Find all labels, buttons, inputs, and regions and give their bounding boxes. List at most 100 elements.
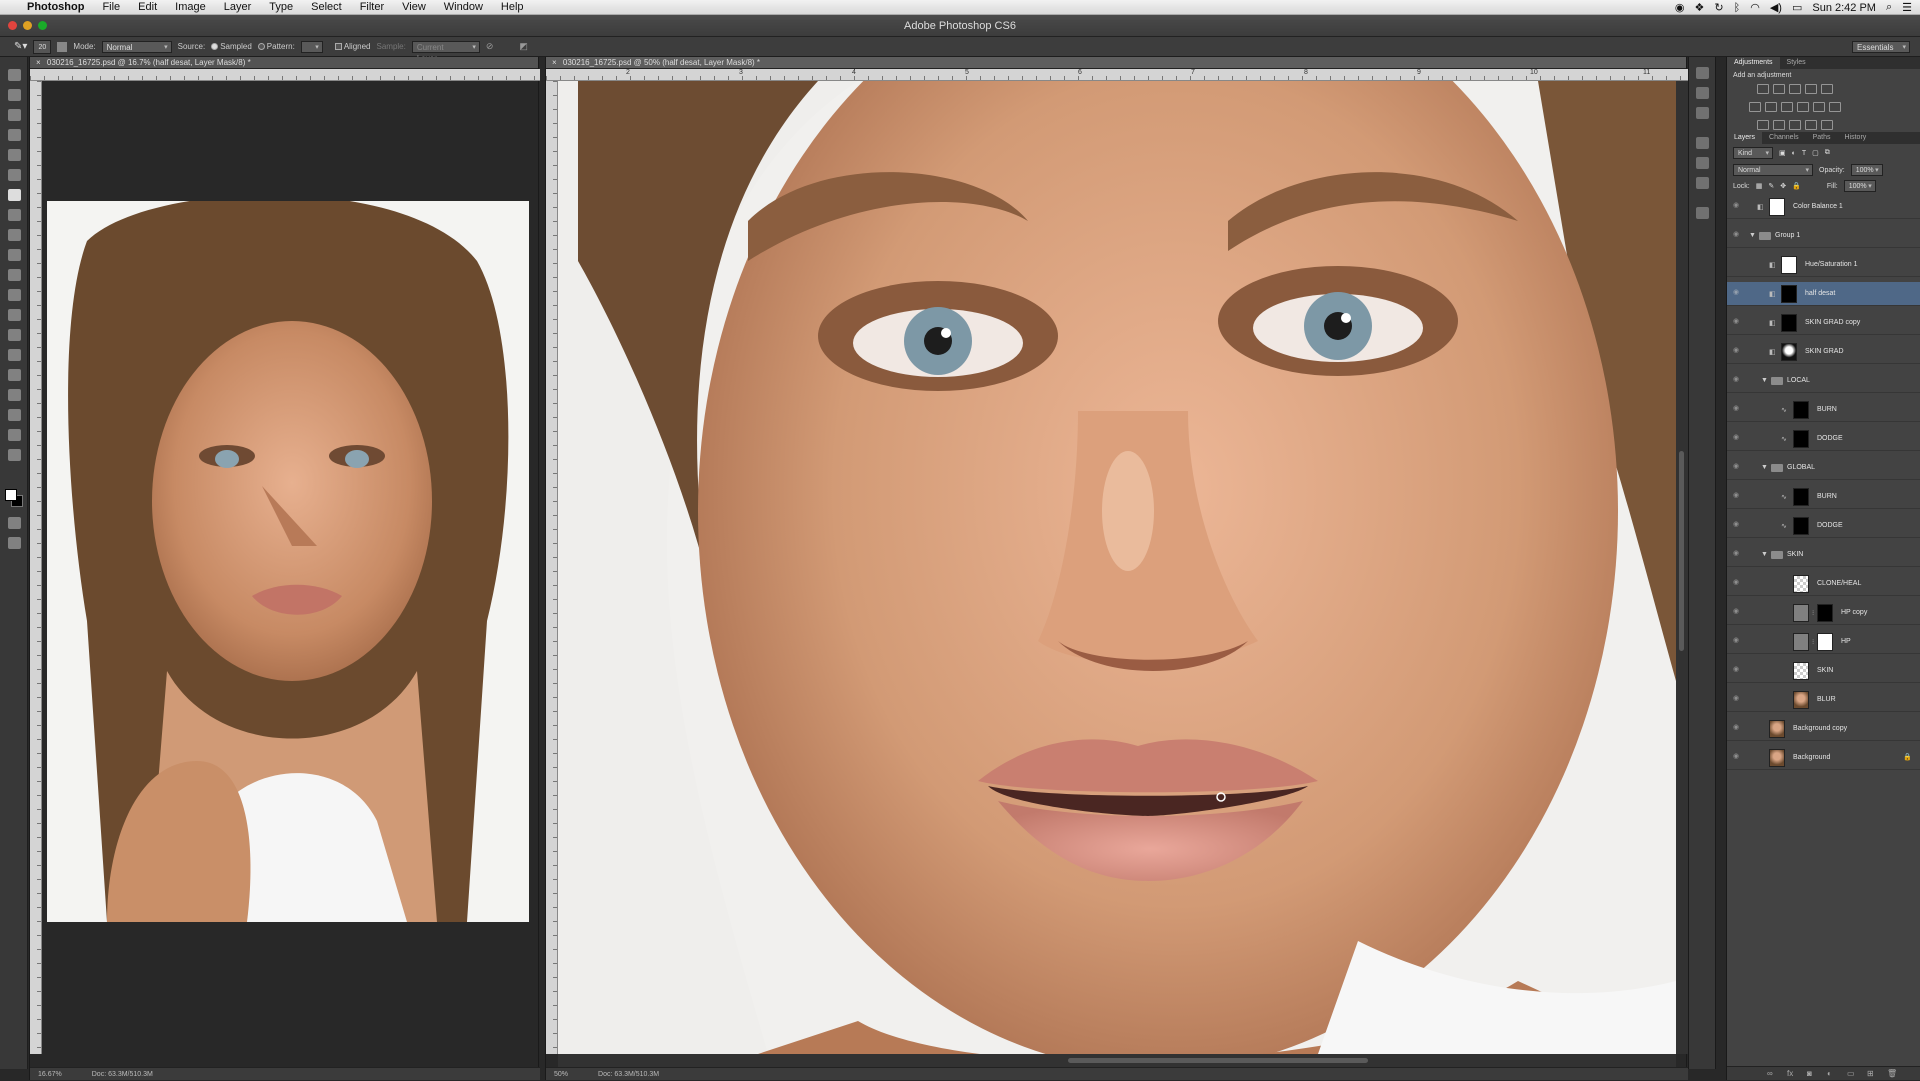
visibility-eye-icon[interactable]: ◉ [1733,376,1743,384]
tab-styles[interactable]: Styles [1780,57,1813,69]
close-tab-icon[interactable]: × [36,58,41,67]
menu-type[interactable]: Type [260,0,302,15]
menu-window[interactable]: Window [435,0,492,15]
bluetooth-icon[interactable]: ᛒ [1734,2,1741,14]
layer-row[interactable]: ◉ ∿ DODGE [1727,514,1920,538]
record-icon[interactable]: ◉ [1675,1,1685,14]
actions-panel-icon[interactable] [1696,137,1709,149]
brush-settings-icon[interactable] [57,41,68,52]
menu-filter[interactable]: Filter [351,0,393,15]
notification-icon[interactable]: ☰ [1902,1,1912,14]
layer-thumbnail[interactable] [1793,604,1809,622]
path-selection-tool-icon[interactable] [8,389,21,401]
menu-layer[interactable]: Layer [215,0,261,15]
blur-tool-icon[interactable] [8,309,21,321]
layer-thumbnail[interactable] [1793,691,1809,709]
dropbox-icon[interactable]: ❖ [1695,1,1705,14]
magic-wand-tool-icon[interactable] [8,129,21,141]
menu-edit[interactable]: Edit [129,0,166,15]
visibility-eye-icon[interactable]: ◉ [1733,347,1743,355]
quick-mask-icon[interactable] [8,517,21,529]
selective-color-icon[interactable] [1821,120,1833,130]
filter-kind-select[interactable]: Kind [1733,147,1773,159]
document-tab-right[interactable]: × 030216_16725.psd @ 50% (half desat, La… [546,57,1686,69]
mask-link-icon[interactable]: ⁝ [1812,638,1814,646]
visibility-eye-icon[interactable]: ◉ [1733,753,1743,761]
document-tab-left[interactable]: × 030216_16725.psd @ 16.7% (half desat, … [30,57,538,69]
healing-brush-tool-icon[interactable]: ✎▾ [14,41,27,52]
lock-position-icon[interactable]: ✥ [1780,182,1786,190]
visibility-eye-icon[interactable]: ◉ [1733,550,1743,558]
brush-tool-icon[interactable] [8,209,21,221]
new-group-icon[interactable]: ▭ [1847,1069,1855,1078]
vertical-scroll-thumb[interactable] [1679,451,1684,651]
tab-adjustments[interactable]: Adjustments [1727,57,1780,69]
layer-mask-thumbnail[interactable] [1781,343,1797,361]
hand-tool-icon[interactable] [8,429,21,441]
new-layer-icon[interactable]: ⊞ [1867,1069,1874,1078]
visibility-eye-icon[interactable] [1733,260,1743,268]
invert-icon[interactable] [1757,120,1769,130]
black-white-icon[interactable] [1781,102,1793,112]
photo-filter-icon[interactable] [1797,102,1809,112]
filter-pixel-icon[interactable]: ▣ [1779,149,1786,157]
visibility-eye-icon[interactable]: ◉ [1733,492,1743,500]
layer-row[interactable]: ◉ SKIN [1727,659,1920,683]
vertical-scrollbar[interactable] [1676,81,1688,1054]
wifi-icon[interactable]: ◠ [1750,1,1760,14]
move-tool-icon[interactable] [8,69,21,81]
eyedropper-tool-icon[interactable] [8,169,21,181]
color-balance-icon[interactable] [1765,102,1777,112]
layer-row[interactable]: ◉ Background 🔒 [1727,746,1920,770]
source-pattern-radio[interactable]: Pattern: [257,42,295,51]
menu-view[interactable]: View [393,0,435,15]
visibility-eye-icon[interactable]: ◉ [1733,608,1743,616]
group-disclosure-icon[interactable]: ▼ [1761,369,1768,393]
horizontal-scroll-thumb[interactable] [1068,1058,1368,1063]
filter-type-icon[interactable]: T [1802,150,1806,157]
pattern-picker[interactable] [300,40,323,53]
link-layers-icon[interactable]: ∞ [1767,1069,1773,1078]
vertical-ruler[interactable] [546,81,558,1054]
layer-row[interactable]: ◉ ▼ GLOBAL [1727,456,1920,480]
canvas-area-right[interactable] [558,81,1676,1054]
clock[interactable]: Sun 2:42 PM [1812,2,1876,14]
healing-brush-tool-icon[interactable] [8,189,21,201]
menu-select[interactable]: Select [302,0,351,15]
hue-saturation-icon[interactable] [1749,102,1761,112]
canvas-area-left[interactable] [42,81,538,1054]
visibility-eye-icon[interactable]: ◉ [1733,521,1743,529]
gradient-map-icon[interactable] [1805,120,1817,130]
lock-pixels-icon[interactable]: ✎ [1768,182,1774,190]
layer-thumbnail[interactable] [1793,633,1809,651]
new-adjustment-icon[interactable]: ◐ [1827,1069,1832,1078]
menu-image[interactable]: Image [166,0,215,15]
levels-icon[interactable] [1773,84,1785,94]
minimize-window-button[interactable] [23,21,32,30]
visibility-eye-icon[interactable]: ◉ [1733,724,1743,732]
layer-mask-thumbnail[interactable] [1793,430,1809,448]
close-tab-icon[interactable]: × [552,58,557,67]
paragraph-panel-icon[interactable] [1696,177,1709,189]
layer-row[interactable]: ◉ ◧ Color Balance 1 [1727,195,1920,219]
layer-row[interactable]: ◉ ▼ LOCAL [1727,369,1920,393]
layer-thumbnail[interactable] [1793,662,1809,680]
menu-help[interactable]: Help [492,0,533,15]
app-menu[interactable]: Photoshop [18,0,93,15]
delete-layer-icon[interactable]: 🗑 [1887,1069,1897,1078]
pen-tool-icon[interactable] [8,349,21,361]
crop-tool-icon[interactable] [8,149,21,161]
group-disclosure-icon[interactable]: ▼ [1761,543,1768,567]
layer-mask-thumbnail[interactable] [1781,256,1797,274]
visibility-eye-icon[interactable]: ◉ [1733,434,1743,442]
layer-mask-thumbnail[interactable] [1793,401,1809,419]
filter-shape-icon[interactable]: ▢ [1812,149,1819,157]
lock-all-icon[interactable]: 🔒 [1792,182,1801,190]
layer-row[interactable]: ◉ ⁝ HP [1727,630,1920,654]
close-window-button[interactable] [8,21,17,30]
horizontal-ruler[interactable]: 2 3 4 5 6 7 8 9 10 11 [546,69,1688,81]
layer-row[interactable]: ◉ CLONE/HEAL [1727,572,1920,596]
history-brush-tool-icon[interactable] [8,249,21,261]
filter-adjustment-icon[interactable]: ◐ [1792,150,1796,157]
group-disclosure-icon[interactable]: ▼ [1749,224,1756,248]
